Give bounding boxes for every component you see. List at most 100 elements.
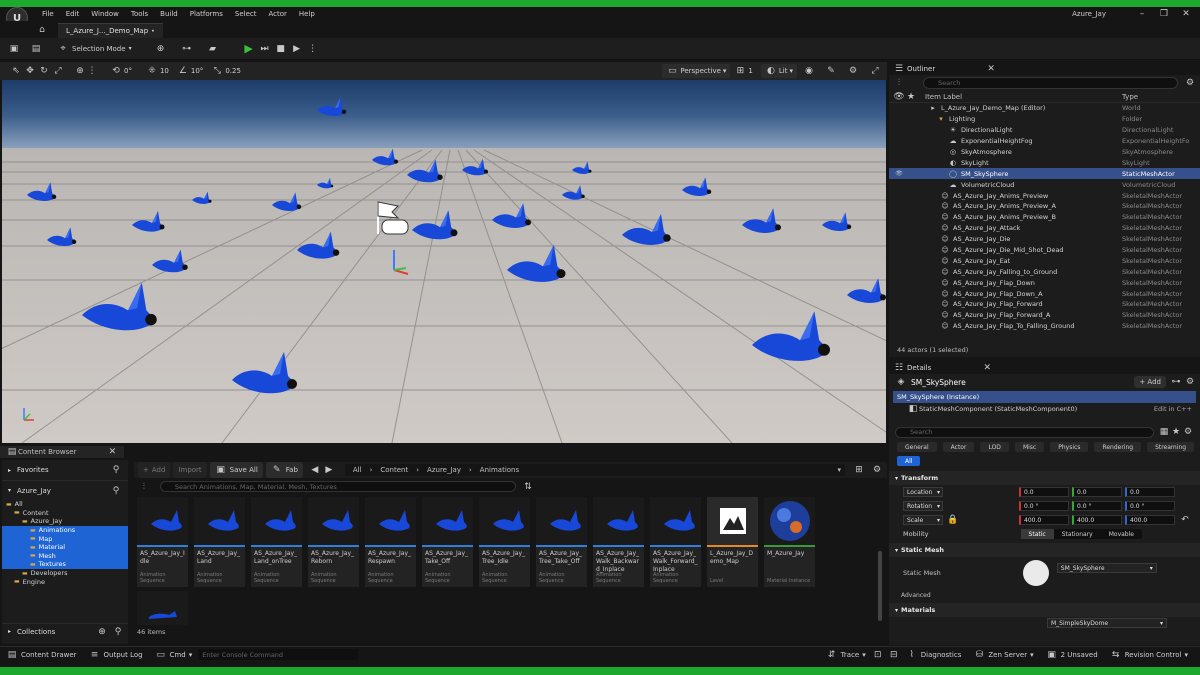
scalability-icon[interactable]: ✎ xyxy=(825,65,837,77)
rotation-x-field[interactable]: 0.0 ° xyxy=(1019,501,1069,511)
outliner-row[interactable]: ☺ AS_Azure_Jay_Flap_Down SkeletalMeshActor xyxy=(889,277,1200,288)
menu-window[interactable]: Window xyxy=(85,10,125,18)
project-row[interactable]: ▾ Azure_Jay ⚲ xyxy=(2,480,128,500)
collections-row[interactable]: ▸ Collections ⊕ ⚲ xyxy=(2,623,128,639)
rotate-tool-icon[interactable]: ↻ xyxy=(38,65,50,77)
trace-snapshot-icon[interactable]: ⊟ xyxy=(888,649,900,661)
edit-cpp-link[interactable]: Edit in C++ xyxy=(1154,405,1192,413)
perspective-button[interactable]: ▭ Perspective ▾ xyxy=(662,64,731,78)
favorites-search-icon[interactable]: ⚲ xyxy=(110,464,122,476)
transform-category[interactable]: ▾ Transform xyxy=(889,471,1200,485)
maximize-viewport-icon[interactable]: ⤢ xyxy=(869,65,881,77)
select-tool-icon[interactable]: ⇖ xyxy=(10,65,22,77)
outliner-row[interactable]: ☺ AS_Azure_Jay_Anims_Preview SkeletalMeshA… xyxy=(889,190,1200,201)
breadcrumb-animations[interactable]: Animations xyxy=(480,466,519,474)
menu-actor[interactable]: Actor xyxy=(263,10,293,18)
outliner-row[interactable]: ☁ VolumetricCloud VolumetricCloud xyxy=(889,179,1200,190)
menu-file[interactable]: File xyxy=(36,10,60,18)
rotation-snap[interactable]: ∠ 10° xyxy=(173,64,207,78)
content-tree-item[interactable]: ▬ Map xyxy=(2,534,128,543)
save-icon[interactable]: ▣ xyxy=(8,43,20,55)
outliner-row[interactable]: ☺ AS_Azure_Jay_Anims_Preview_A SkeletalMes… xyxy=(889,201,1200,212)
outliner-row[interactable]: ▸ L_Azure_Jay_Demo_Map (Editor) World xyxy=(889,103,1200,114)
type-column[interactable]: Type xyxy=(1122,93,1200,101)
level-tab[interactable]: L_Azure_J..._Demo_Map • xyxy=(58,23,163,38)
asset-tile[interactable]: M_Azure_Jay Material Instance xyxy=(764,497,815,587)
instance-row[interactable]: SM_SkySphere (Instance) xyxy=(893,391,1196,403)
filter-tab-general[interactable]: General xyxy=(897,442,937,452)
grid-snap[interactable]: ⁜ 10 xyxy=(142,64,173,78)
location-y-field[interactable]: 0.0 xyxy=(1072,487,1122,497)
static-mesh-thumbnail[interactable] xyxy=(1022,560,1049,586)
scale-x-field[interactable]: 400.0 xyxy=(1019,515,1069,525)
outliner-close-icon[interactable]: ✕ xyxy=(985,63,997,75)
breadcrumb-content[interactable]: Content xyxy=(380,466,408,474)
content-browser-close-icon[interactable]: ✕ xyxy=(106,446,118,458)
unsaved-button[interactable]: ▣ 2 Unsaved xyxy=(1040,649,1104,661)
details-close-icon[interactable]: ✕ xyxy=(981,362,993,374)
console-input[interactable]: Enter Console Command xyxy=(198,649,359,660)
content-tree-item[interactable]: ▬ Material xyxy=(2,542,128,552)
content-tree-item[interactable]: ▬ All xyxy=(2,500,128,509)
outliner-row[interactable]: ◐ SkyLight SkyLight xyxy=(889,157,1200,168)
history-back-icon[interactable]: ◀ xyxy=(309,464,321,476)
location-dropdown[interactable]: Location ▾ xyxy=(903,487,943,497)
menu-edit[interactable]: Edit xyxy=(60,10,86,18)
transform-tools[interactable]: ⇖ ✥ ↻ ⤢ xyxy=(6,64,68,78)
property-matrix-icon[interactable]: ▦ xyxy=(1158,426,1170,438)
asset-tile[interactable]: AS_Azure_Jay_Take_Off Animation Sequence xyxy=(422,497,473,587)
cinematics-icon[interactable]: ▰ xyxy=(207,43,219,55)
stop-icon[interactable]: ■ xyxy=(275,43,287,55)
filter-tab-physics[interactable]: Physics xyxy=(1050,442,1089,452)
content-tree-item[interactable]: ▬ Textures xyxy=(2,560,128,569)
content-tree-item[interactable]: ▬ Developers xyxy=(2,569,128,578)
outliner-row[interactable]: ☺ AS_Azure_Jay_Flap_To_Falling_Ground Skel… xyxy=(889,321,1200,332)
content-tree-item[interactable]: ▬ Engine xyxy=(2,577,128,586)
advanced-row[interactable]: Advanced xyxy=(889,589,1200,601)
scale-y-field[interactable]: 400.0 xyxy=(1072,515,1122,525)
breadcrumb-azure-jay[interactable]: Azure_Jay xyxy=(427,466,461,474)
blueprint-details-icon[interactable]: ⊶ xyxy=(1170,376,1182,388)
lit-button[interactable]: ◐ Lit ▾ xyxy=(760,64,797,78)
asset-tile[interactable]: L_Azure_Jay_Demo_Map Level xyxy=(707,497,758,587)
mobility-static[interactable]: Static xyxy=(1020,529,1054,539)
trace-rec-icon[interactable]: ⊡ xyxy=(872,649,884,661)
save-all-button[interactable]: ▣ Save All xyxy=(209,462,263,478)
filter-icon[interactable]: ⫶ xyxy=(893,77,905,89)
fab-button[interactable]: ✎ Fab xyxy=(265,462,303,478)
static-mesh-category[interactable]: ▾ Static Mesh xyxy=(889,543,1200,557)
content-filter-icon[interactable]: ⫶ xyxy=(138,481,150,493)
play-icon[interactable]: ▶ xyxy=(243,42,255,55)
step-icon[interactable]: ⏭ xyxy=(259,43,271,55)
outliner-row[interactable]: ▾ Lighting Folder xyxy=(889,114,1200,125)
rotation-snap-left[interactable]: ⟲ 0° xyxy=(106,64,136,78)
collections-search-icon[interactable]: ⚲ xyxy=(112,626,124,638)
filter-tab-streaming[interactable]: Streaming xyxy=(1147,442,1195,452)
outliner-row[interactable]: ☺ AS_Azure_Jay_Falling_to_Ground SkeletalM… xyxy=(889,266,1200,277)
launch-icon[interactable]: ▶ xyxy=(291,43,303,55)
close-icon[interactable]: ✕ xyxy=(1180,8,1192,20)
outliner-row[interactable]: ☀ DirectionalLight DirectionalLight xyxy=(889,125,1200,136)
sort-icon[interactable]: ⇅ xyxy=(522,481,534,493)
menu-help[interactable]: Help xyxy=(293,10,321,18)
content-icon[interactable]: ▤ xyxy=(30,43,42,55)
visibility-slot[interactable] xyxy=(893,320,905,332)
content-tree-item[interactable]: ▬ Mesh xyxy=(2,551,128,561)
browser-settings-icon[interactable]: ⚙ xyxy=(871,464,883,476)
project-search-icon[interactable]: ⚲ xyxy=(110,485,122,497)
history-forward-icon[interactable]: ▶ xyxy=(323,464,335,476)
filter-tab-lod[interactable]: LOD xyxy=(980,442,1009,452)
outliner-row[interactable]: ◎ SkyAtmosphere SkyAtmosphere xyxy=(889,147,1200,158)
settings-icon[interactable]: ⚙ xyxy=(847,65,859,77)
outliner-row[interactable]: ☺ AS_Azure_Jay_Flap_Forward SkeletalMeshAc… xyxy=(889,299,1200,310)
outliner-search-input[interactable]: Search xyxy=(923,77,1178,89)
world-space-icon[interactable]: ⊕ xyxy=(74,65,86,77)
outliner-row[interactable]: ☺ AS_Azure_Jay_Die_Mid_Shot_Dead SkeletalM… xyxy=(889,245,1200,256)
add-collection-icon[interactable]: ⊕ xyxy=(96,626,108,638)
outliner-row[interactable]: ☺ AS_Azure_Jay_Eat SkeletalMeshActor xyxy=(889,255,1200,266)
outliner-row[interactable]: ☺ AS_Azure_Jay_Anims_Preview_B SkeletalMes… xyxy=(889,212,1200,223)
outliner-row[interactable]: ☁ ExponentialHeightFog ExponentialHeightFo xyxy=(889,136,1200,147)
asset-scrollbar[interactable] xyxy=(878,551,882,621)
cmd-button[interactable]: ▭ Cmd ▾ xyxy=(149,649,199,661)
diagnostics-button[interactable]: ⌇ Diagnostics xyxy=(900,649,968,661)
